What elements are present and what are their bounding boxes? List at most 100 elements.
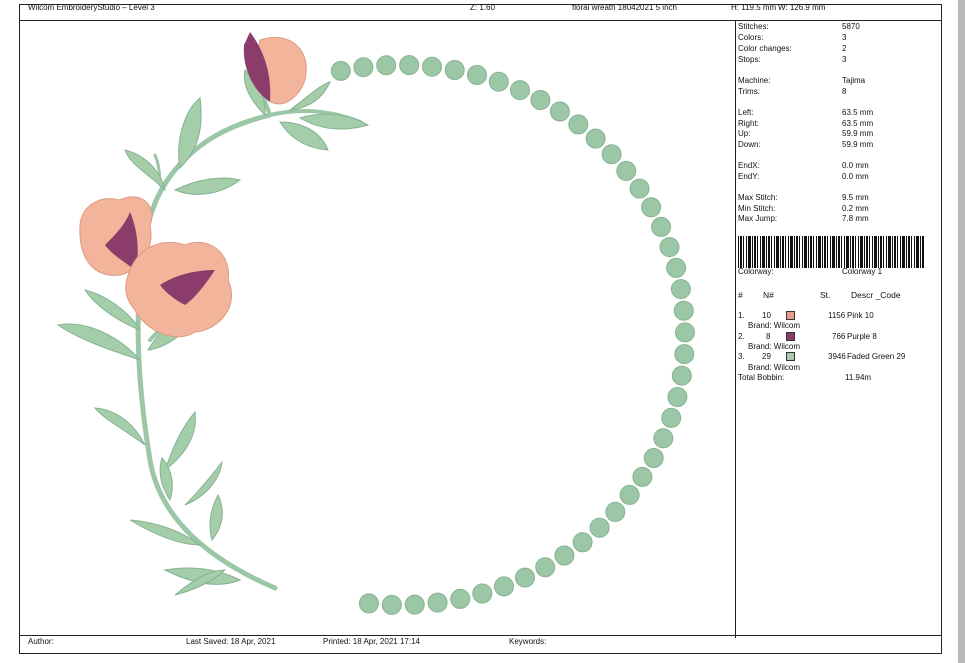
bead-dot [632,466,653,487]
author-label: Author: [28,637,54,646]
col-header-index: # [738,290,743,300]
max-stitch-label: Max Stitch: [738,193,778,202]
bead-dot [450,588,471,609]
machine-value: Tajima [842,76,866,85]
max-stitch-value: 9.5 mm [842,193,869,202]
row-stitches: 3946 [828,352,846,361]
stops-value: 3 [842,55,847,64]
bead-dot [515,567,535,588]
right-label: Right: [738,119,759,128]
bead-dot [605,501,626,522]
bead-dot [674,344,695,365]
trims-label: Trims: [738,87,760,96]
bead-dot [661,407,682,428]
bead-dot [641,197,662,218]
barcode [738,236,924,268]
row-index: 2. [738,332,745,341]
stitches-label: Stitches: [738,22,769,31]
colors-label: Colors: [738,33,764,42]
endx-label: EndX: [738,161,760,170]
total-bobbin-label: Total Bobbin: [738,373,785,382]
bead-dot [629,178,650,199]
row-index: 1. [738,311,745,320]
left-label: Left: [738,108,754,117]
trims-value: 8 [842,87,847,96]
bead-dot [585,128,606,149]
row-index: 3. [738,352,745,361]
bead-dot [488,71,509,92]
bead-dot [616,160,637,181]
bead-dot [444,60,465,80]
bead-dot [572,532,593,553]
bead-dot [643,448,664,468]
bead-dot [376,55,397,76]
min-stitch-label: Min Stitch: [738,204,776,213]
colorway-label: Colorway: [738,267,774,276]
min-stitch-value: 0.2 mm [842,204,869,213]
info-divider [735,20,736,638]
down-value: 59.9 mm [842,140,874,149]
row-brand: Brand: Wilcom [748,363,801,372]
left-value: 63.5 mm [842,108,874,117]
bead-dot [670,279,691,300]
bead-dot [659,237,680,258]
bead-dot [353,57,374,78]
embroidery-design [56,32,695,615]
keywords-label: Keywords: [509,637,547,646]
colorway-value: Colorway 1 [842,267,883,276]
row-thread-number: 8 [766,332,771,341]
bead-dot [554,545,575,566]
stitches-value: 5870 [842,22,860,31]
bead-dot [494,576,514,597]
row-brand: Brand: Wilcom [748,342,801,351]
row-stitches: 766 [832,332,846,341]
right-value: 63.5 mm [842,119,874,128]
design-width: W: 126.9 mm [778,3,826,12]
bead-dot [651,216,672,237]
row-stitches: 1156 [828,311,846,320]
bead-dot [427,592,448,613]
row-description: Pink 10 [847,311,874,320]
down-label: Down: [738,140,761,149]
bead-dot [589,517,610,538]
bead-dot [568,114,589,135]
color-changes-label: Color changes: [738,44,792,53]
bead-dot [472,583,493,604]
colors-value: 3 [842,33,847,42]
bead-dot [467,65,487,85]
bead-dot [358,593,379,614]
bead-dot [667,387,688,407]
max-jump-value: 7.8 mm [842,214,869,223]
endy-label: EndY: [738,172,760,181]
bead-dot [671,365,692,386]
wreath-leaves [56,69,370,596]
row-description: Purple 8 [847,332,877,341]
printed-date: Printed: 18 Apr, 2021 17:14 [323,637,420,646]
design-height: H: 119.5 mm [731,3,777,12]
bead-dot [675,322,695,343]
col-header-desc: Descr _Code [851,290,901,300]
print-preview-sheet: Wilcom EmbroideryStudio – Level 3 Z: 1.6… [0,0,958,663]
up-value: 59.9 mm [842,129,874,138]
bead-dot [404,594,425,615]
thread-swatch-purple [786,332,795,341]
up-label: Up: [738,129,751,138]
last-saved: Last Saved: 18 Apr, 2021 [186,637,276,646]
thread-swatch-pink [786,311,795,320]
pink-flower-lower [125,241,233,338]
endy-value: 0.0 mm [842,172,869,181]
bead-dot [399,55,420,76]
bead-dot [666,257,687,278]
design-name: floral wreath 18042021 5 inch [572,3,677,12]
bead-dot [530,90,551,110]
bead-dot [619,484,640,505]
bead-dot [330,60,351,81]
design-canvas [20,20,734,636]
endx-value: 0.0 mm [842,161,869,170]
row-description: Faded Green 29 [847,352,906,361]
app-title: Wilcom EmbroideryStudio – Level 3 [28,3,155,12]
bead-dot [653,428,674,449]
col-header-st: St. [820,290,831,300]
total-bobbin-value: 11.94m [845,373,872,382]
row-thread-number: 29 [762,352,771,361]
